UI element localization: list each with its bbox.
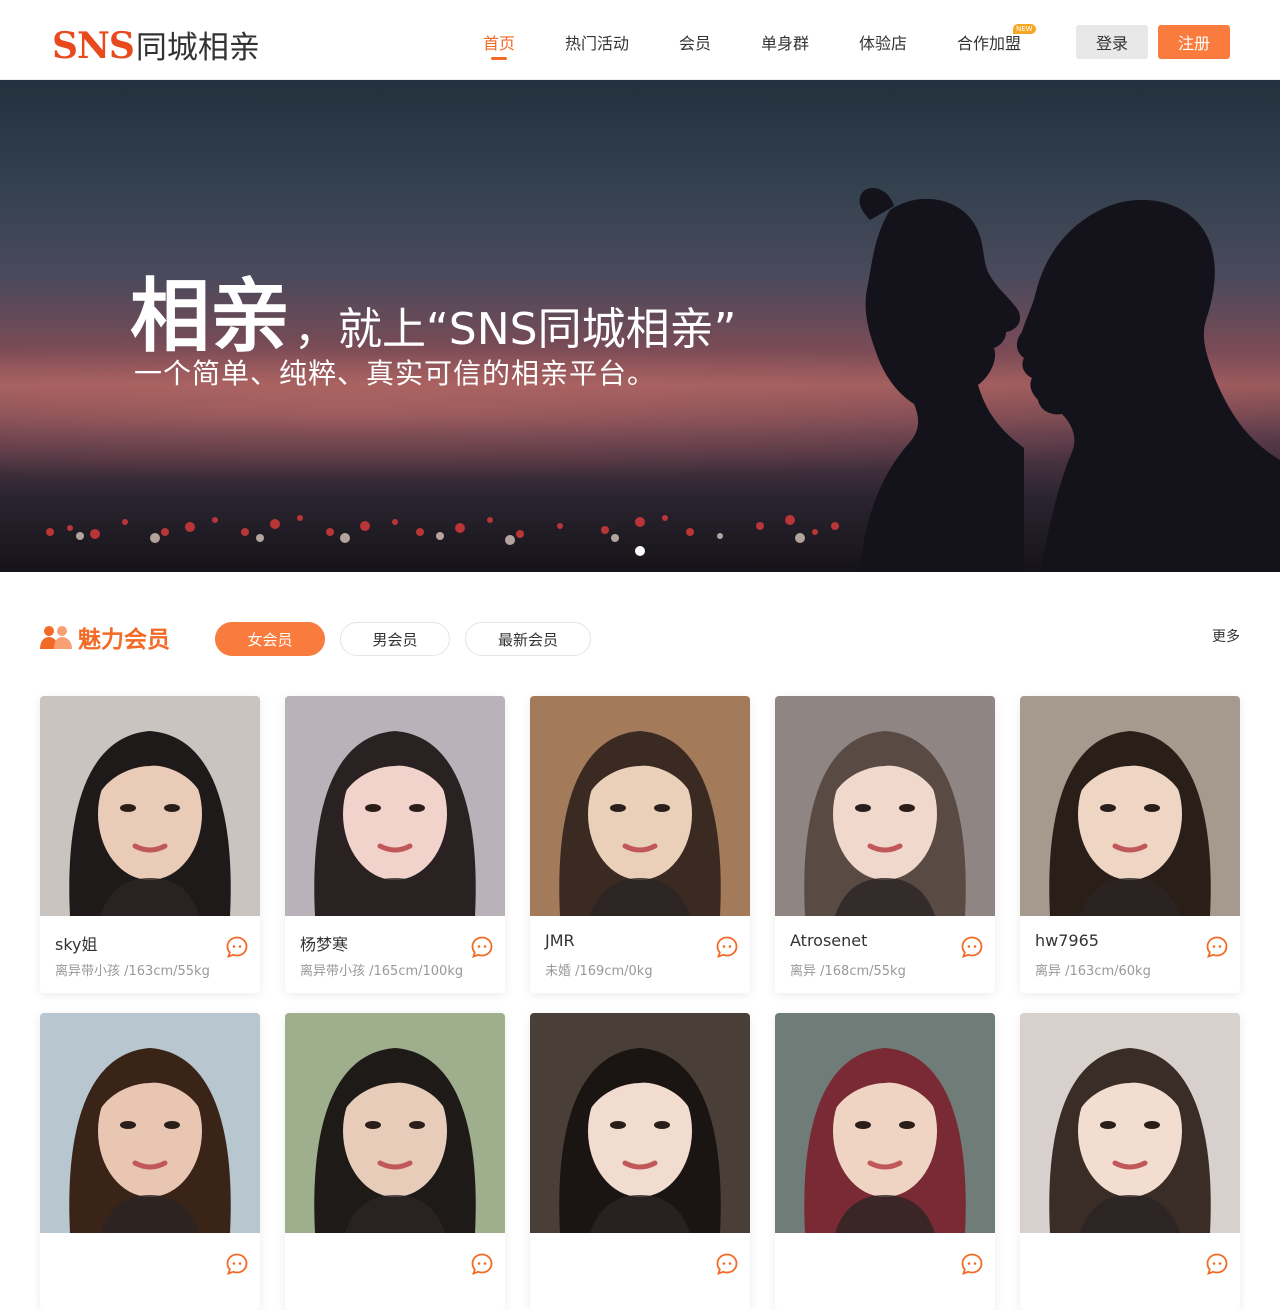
nav-franchise-label: 合作加盟	[957, 34, 1022, 53]
member-card[interactable]: hw7965 离异 /163cm/60kg	[1020, 696, 1240, 993]
banner-subtitle: 一个简单、纯粹、真实可信的相亲平台。	[134, 357, 657, 390]
chat-icon[interactable]	[1206, 1253, 1228, 1275]
member-info	[40, 1233, 260, 1310]
nav-home[interactable]: 首页	[483, 30, 516, 60]
tab-new-members[interactable]: 最新会员	[465, 622, 591, 656]
banner-title-big: 相亲	[130, 270, 290, 363]
member-name[interactable]: Atrosenet	[790, 931, 867, 950]
chat-icon[interactable]	[471, 936, 493, 958]
member-info: sky姐离异带小孩 /163cm/55kg	[40, 916, 260, 993]
featured-members-header: 魅力会员 女会员 男会员 最新会员 更多	[40, 618, 1240, 658]
chat-icon[interactable]	[716, 936, 738, 958]
nav-members-label: 会员	[679, 34, 712, 53]
chat-icon[interactable]	[961, 1253, 983, 1275]
member-info	[285, 1233, 505, 1310]
hero-banner[interactable]: 相亲，就上“SNS同城相亲” 一个简单、纯粹、真实可信的相亲平台。	[0, 80, 1280, 572]
banner-title-rest: ，就上“SNS同城相亲”	[294, 304, 737, 355]
new-badge: NEW	[1013, 24, 1036, 34]
member-card[interactable]	[285, 1013, 505, 1310]
nav-home-label: 首页	[483, 34, 516, 53]
member-portrait	[314, 731, 476, 916]
more-link[interactable]: 更多	[1212, 626, 1240, 646]
member-details: 未婚 /169cm/0kg	[545, 964, 653, 979]
nav-hot-events-label: 热门活动	[565, 34, 630, 53]
member-info	[1020, 1233, 1240, 1310]
member-photo[interactable]	[775, 696, 995, 916]
member-name[interactable]: JMR	[545, 931, 575, 950]
member-details: 离异 /163cm/60kg	[1035, 964, 1151, 979]
chat-icon[interactable]	[226, 1253, 248, 1275]
couple-silhouette	[859, 187, 1280, 572]
member-name[interactable]: sky姐	[55, 931, 98, 955]
section-title-text: 魅力会员	[78, 627, 170, 653]
chat-icon[interactable]	[716, 1253, 738, 1275]
member-card[interactable]	[40, 1013, 260, 1310]
nav-franchise[interactable]: 合作加盟 NEW	[957, 24, 1036, 54]
nav-experience-store-label: 体验店	[859, 34, 908, 53]
member-card[interactable]	[1020, 1013, 1240, 1310]
banner-title: 相亲，就上“SNS同城相亲”	[130, 252, 736, 368]
member-portrait	[314, 1048, 476, 1233]
login-button[interactable]: 登录	[1076, 25, 1148, 59]
member-info: 杨梦寒离异带小孩 /165cm/100kg	[285, 916, 505, 993]
member-portrait	[1049, 1048, 1211, 1233]
members-icon	[40, 626, 72, 649]
member-portrait	[804, 731, 966, 916]
member-details: 离异带小孩 /165cm/100kg	[300, 964, 464, 979]
member-photo[interactable]	[1020, 696, 1240, 916]
chat-icon[interactable]	[471, 1253, 493, 1275]
chat-icon[interactable]	[226, 936, 248, 958]
carousel-dot-active[interactable]	[635, 546, 645, 556]
member-card[interactable]: Atrosenet 离异 /168cm/55kg	[775, 696, 995, 993]
member-info: JMR 未婚 /169cm/0kg	[530, 916, 750, 993]
member-photo[interactable]	[775, 1013, 995, 1233]
chat-icon[interactable]	[1206, 936, 1228, 958]
member-info	[775, 1233, 995, 1310]
nav-singles-group[interactable]: 单身群	[761, 30, 809, 54]
member-portrait	[559, 731, 721, 916]
member-photo[interactable]	[530, 1013, 750, 1233]
member-photo[interactable]	[40, 1013, 260, 1233]
member-photo[interactable]	[530, 696, 750, 916]
tab-male-members[interactable]: 男会员	[340, 622, 450, 656]
site-header: SNS 同城相亲 首页 热门活动 会员 单身群 体验店 合作加盟 NEW 登录 …	[0, 0, 1280, 80]
member-info: Atrosenet 离异 /168cm/55kg	[775, 916, 995, 993]
member-info	[530, 1233, 750, 1310]
member-card[interactable]	[775, 1013, 995, 1310]
nav-members[interactable]: 会员	[679, 30, 711, 54]
nav-experience-store[interactable]: 体验店	[859, 30, 907, 54]
member-portrait	[69, 1048, 231, 1233]
member-photo[interactable]	[1020, 1013, 1240, 1233]
member-card[interactable]: 杨梦寒离异带小孩 /165cm/100kg	[285, 696, 505, 993]
nav-active-indicator	[491, 57, 507, 60]
member-card[interactable]	[530, 1013, 750, 1310]
nav-singles-group-label: 单身群	[761, 34, 810, 53]
member-portrait	[69, 731, 231, 916]
member-details: 离异 /168cm/55kg	[790, 964, 906, 979]
carousel-dots	[635, 546, 645, 556]
member-portrait	[1049, 731, 1211, 916]
member-info: hw7965 离异 /163cm/60kg	[1020, 916, 1240, 993]
member-photo[interactable]	[285, 1013, 505, 1233]
member-photo[interactable]	[285, 696, 505, 916]
member-portrait	[559, 1048, 721, 1233]
member-card[interactable]: sky姐离异带小孩 /163cm/55kg	[40, 696, 260, 993]
member-name[interactable]: 杨梦寒	[300, 931, 348, 955]
member-card[interactable]: JMR 未婚 /169cm/0kg	[530, 696, 750, 993]
member-photo[interactable]	[40, 696, 260, 916]
section-title: 魅力会员	[40, 620, 170, 654]
member-name[interactable]: hw7965	[1035, 931, 1099, 950]
register-button[interactable]: 注册	[1158, 25, 1230, 59]
tab-female-members[interactable]: 女会员	[215, 622, 325, 656]
member-details: 离异带小孩 /163cm/55kg	[55, 964, 210, 979]
chat-icon[interactable]	[961, 936, 983, 958]
member-portrait	[804, 1048, 966, 1233]
nav-hot-events[interactable]: 热门活动	[565, 30, 629, 54]
